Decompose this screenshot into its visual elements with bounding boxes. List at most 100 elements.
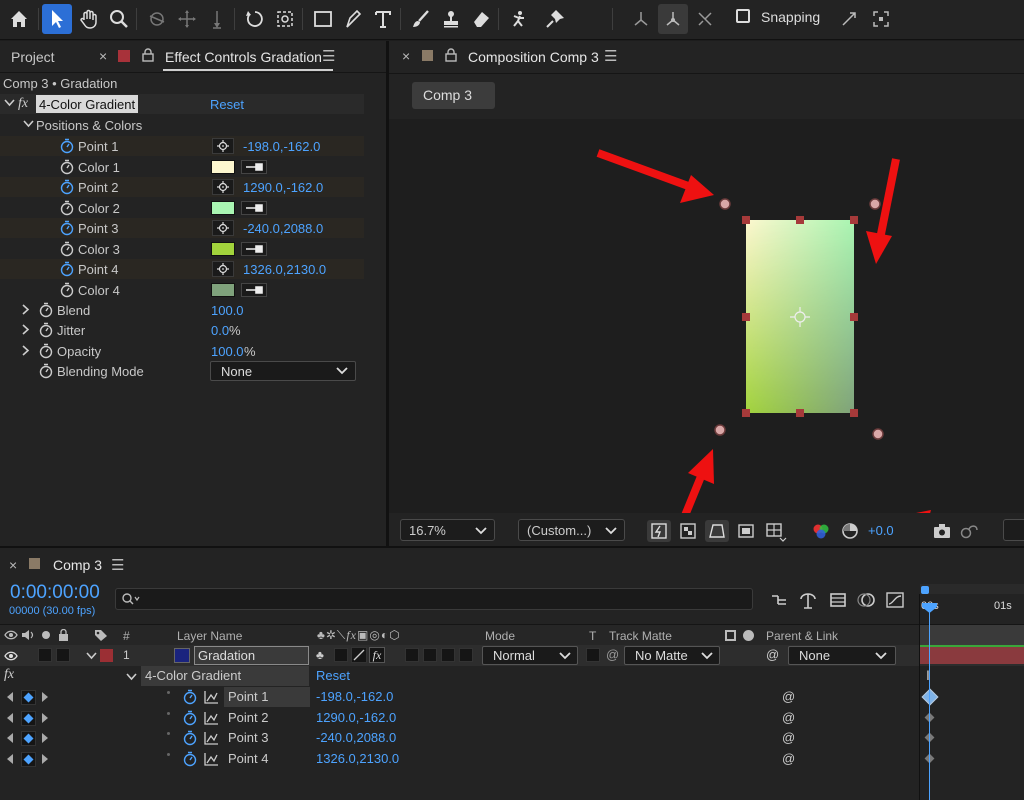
more-options-dropdown[interactable] <box>1003 519 1024 541</box>
prev-keyframe-icon[interactable] <box>7 692 13 702</box>
fx-switch-icon[interactable]: fx <box>369 647 385 663</box>
point-value[interactable]: -240.0,2088.0 <box>316 730 396 745</box>
view-axis-icon[interactable] <box>690 4 720 34</box>
reset-exposure-icon[interactable] <box>840 521 860 541</box>
playhead-icon[interactable] <box>922 603 937 613</box>
property-name-cell[interactable]: Point 4 <box>224 749 310 769</box>
color-swatch[interactable] <box>211 241 235 256</box>
fx-icon[interactable]: fx <box>4 667 14 683</box>
layer-duration-bar[interactable] <box>920 647 1024 664</box>
stopwatch-icon[interactable] <box>60 179 74 195</box>
stopwatch-icon[interactable] <box>39 302 53 318</box>
chevron-down-icon[interactable] <box>23 120 34 128</box>
gradient-layer[interactable] <box>746 220 854 413</box>
property-name-cell[interactable]: Point 3 <box>224 728 310 748</box>
layer-row[interactable]: 1 Gradation ♣ fx Normal @ No Matte @ Non… <box>0 645 1024 666</box>
effect-reset-link[interactable]: Reset <box>210 97 244 112</box>
matte-circle-icon[interactable] <box>743 630 754 641</box>
eye-icon[interactable] <box>4 629 18 641</box>
expression-pickwhip-icon[interactable]: @ <box>782 730 795 745</box>
color-swatch[interactable] <box>211 159 235 174</box>
parent-pickwhip-icon[interactable]: @ <box>766 647 779 662</box>
stopwatch-icon[interactable] <box>60 200 74 216</box>
next-keyframe-icon[interactable] <box>42 712 48 723</box>
next-keyframe-icon[interactable] <box>42 753 48 764</box>
comp-navigator-button[interactable]: Comp 3 <box>412 82 495 109</box>
stopwatch-icon[interactable] <box>39 363 53 379</box>
property-name-cell[interactable]: Point 2 <box>224 708 310 728</box>
effect-reset-link[interactable]: Reset <box>316 668 350 683</box>
tab-composition[interactable]: Composition Comp 3 <box>468 49 599 65</box>
hand-tool-icon[interactable] <box>74 4 104 34</box>
add-keyframe-icon[interactable] <box>21 710 36 726</box>
timeline-search-input[interactable] <box>115 588 753 610</box>
next-keyframe-icon[interactable] <box>42 733 48 743</box>
eyedropper-icon[interactable] <box>241 200 267 215</box>
stopwatch-icon[interactable] <box>60 282 74 298</box>
point-value[interactable]: 1290.0,-162.0 <box>316 710 396 725</box>
world-axis-icon[interactable] <box>658 4 688 34</box>
matte-pickwhip-icon[interactable]: @ <box>606 647 619 662</box>
keyframe-marker[interactable] <box>921 688 939 706</box>
prev-keyframe-icon[interactable] <box>7 712 13 723</box>
crosshair-icon[interactable] <box>212 220 234 236</box>
snapping-checkbox[interactable] <box>736 9 750 23</box>
graph-icon[interactable] <box>204 752 219 766</box>
point-value[interactable]: 1326.0,2130.0 <box>316 751 399 766</box>
work-area-bar[interactable] <box>920 584 1024 594</box>
blending-mode-dropdown[interactable]: None <box>210 361 356 381</box>
panel-menu-icon[interactable]: ☰ <box>322 47 335 65</box>
shy-switch-icon[interactable]: ♣ <box>316 648 324 662</box>
show-snapshot-icon[interactable] <box>959 521 979 541</box>
rotation-tool-icon[interactable] <box>240 4 270 34</box>
guides-grid-icon[interactable] <box>763 520 787 542</box>
add-keyframe-icon[interactable] <box>21 690 36 705</box>
point-value[interactable]: -198.0,-162.0 <box>243 139 320 154</box>
expression-pickwhip-icon[interactable]: @ <box>782 751 795 766</box>
snap-features-icon[interactable] <box>866 4 896 34</box>
snap-edges-icon[interactable] <box>834 4 864 34</box>
adjustment-switch[interactable] <box>441 648 455 662</box>
zoom-dropdown[interactable]: 16.7% <box>400 519 495 541</box>
add-keyframe-icon[interactable] <box>21 751 36 767</box>
expression-pickwhip-icon[interactable]: @ <box>782 689 795 704</box>
dolly-camera-icon[interactable] <box>202 4 232 34</box>
eyedropper-icon[interactable] <box>241 241 267 256</box>
pen-tool-icon[interactable] <box>338 4 368 34</box>
property-name-cell[interactable]: Point 1 <box>224 687 310 707</box>
point-value[interactable]: 1326.0,2130.0 <box>243 262 326 277</box>
region-of-interest-icon[interactable] <box>735 520 757 542</box>
home-icon[interactable] <box>4 4 34 34</box>
layer-name-header[interactable]: Layer Name <box>177 629 242 643</box>
viewer-canvas[interactable] <box>389 119 1024 513</box>
draft-3d-icon[interactable] <box>798 591 818 609</box>
frame-blend-switch[interactable] <box>405 648 419 662</box>
prev-keyframe-icon[interactable] <box>7 733 13 743</box>
motion-blur-icon[interactable] <box>856 591 876 609</box>
lock-icon[interactable] <box>142 48 154 62</box>
graph-editor-icon[interactable] <box>885 591 905 609</box>
chevron-right-icon[interactable] <box>22 345 30 356</box>
selection-tool-icon[interactable] <box>42 4 72 34</box>
rotate-camera-icon[interactable] <box>142 4 172 34</box>
comp-flowchart-icon[interactable] <box>770 592 790 608</box>
tab-project[interactable]: Project <box>11 49 55 65</box>
fast-previews-icon[interactable] <box>647 520 671 542</box>
work-area-start[interactable] <box>921 586 929 594</box>
local-axis-icon[interactable] <box>626 4 656 34</box>
panel-menu-icon[interactable]: ☰ <box>111 556 124 574</box>
close-icon[interactable]: × <box>99 48 107 64</box>
snapshot-icon[interactable] <box>932 521 952 541</box>
point-value[interactable]: -198.0,-162.0 <box>316 689 393 704</box>
pan-camera-icon[interactable] <box>172 4 202 34</box>
label-tag-icon[interactable] <box>94 629 108 642</box>
stopwatch-icon[interactable] <box>183 689 197 705</box>
quality-switch-icon[interactable] <box>351 647 367 663</box>
stopwatch-icon[interactable] <box>60 220 74 236</box>
fx-icon[interactable]: fx <box>18 96 28 112</box>
transparency-grid-icon[interactable] <box>677 520 699 542</box>
expression-pickwhip-icon[interactable]: @ <box>782 710 795 725</box>
3d-layer-switch[interactable] <box>459 648 473 662</box>
roto-brush-icon[interactable] <box>504 4 534 34</box>
tab-timeline-comp[interactable]: Comp 3 <box>53 557 102 573</box>
